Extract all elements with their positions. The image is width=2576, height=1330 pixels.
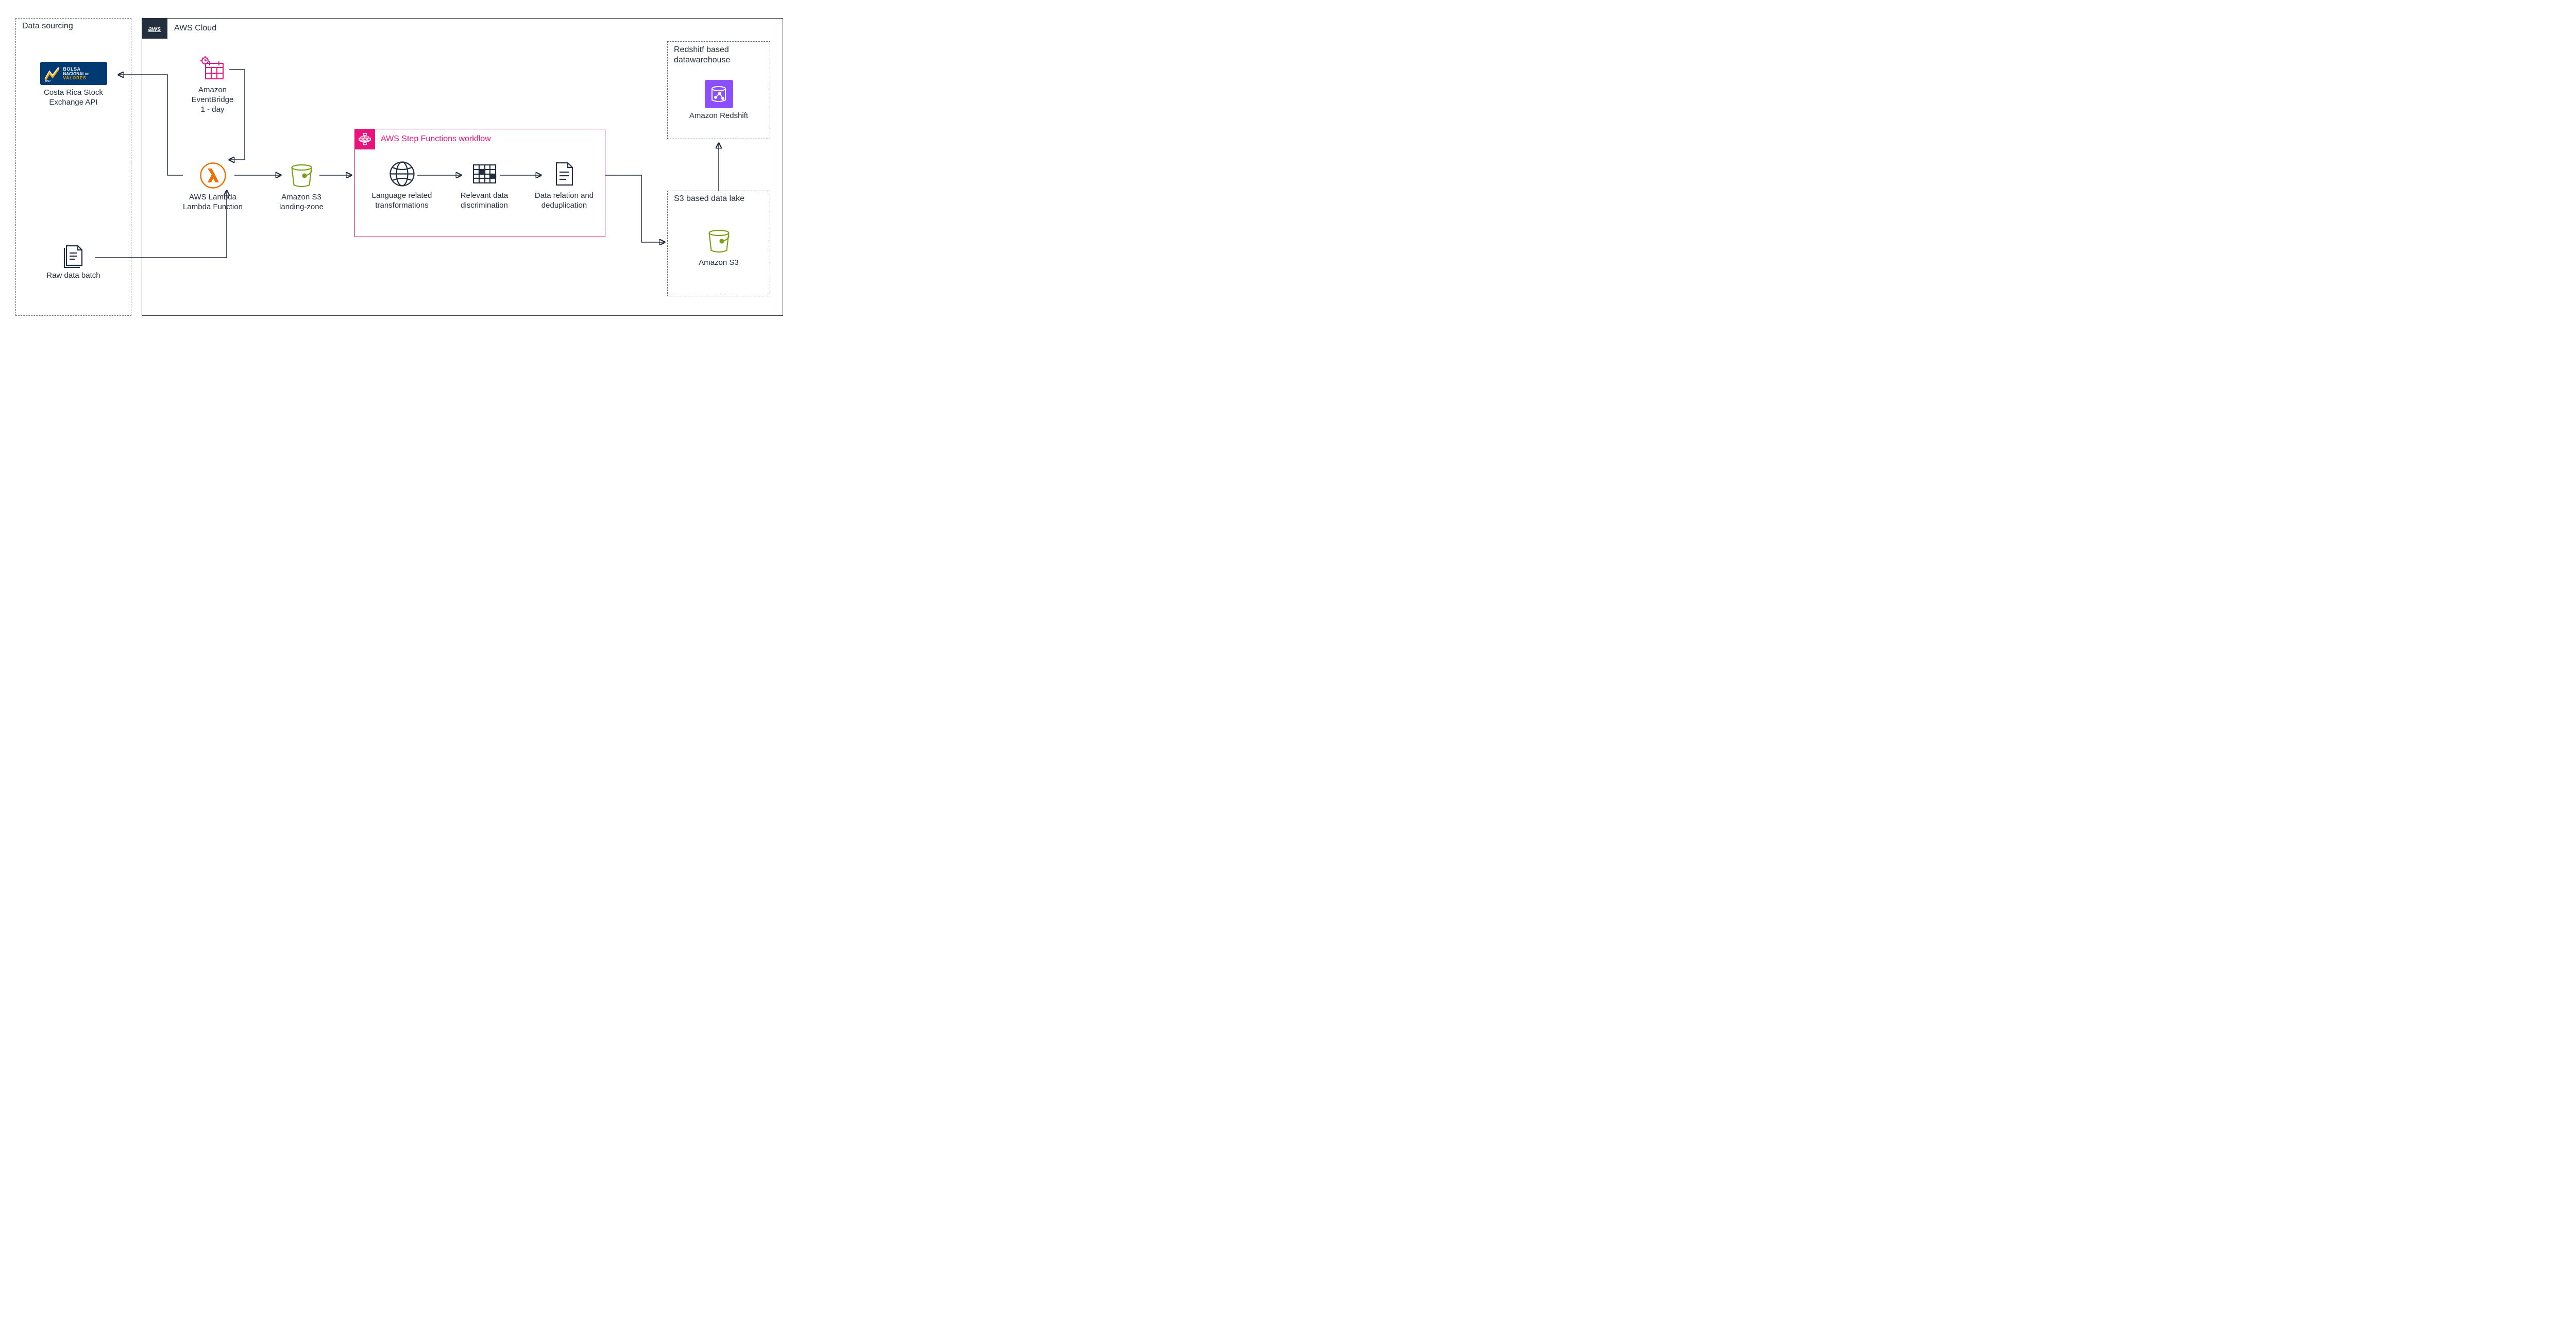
architecture-diagram: Data sourcing BNV BOLSA NACIONALDE VALOR… — [0, 0, 799, 332]
connector-arrows — [0, 0, 799, 332]
